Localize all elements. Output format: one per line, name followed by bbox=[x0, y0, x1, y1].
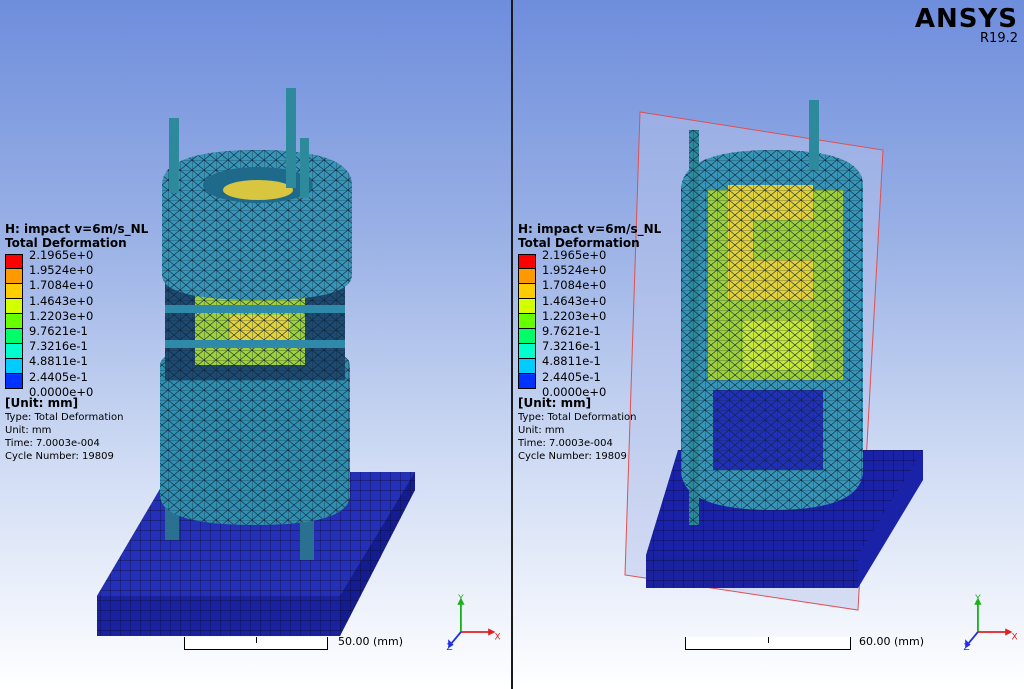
swatch-7 bbox=[518, 344, 536, 359]
axis-y-label: Y bbox=[974, 594, 981, 604]
scale-ruler-half bbox=[686, 637, 769, 643]
axis-x-label: X bbox=[1012, 632, 1017, 642]
scale-label: 9.7621e-1 bbox=[29, 324, 88, 339]
swatch-7 bbox=[5, 344, 23, 359]
scale-ruler-half bbox=[185, 637, 257, 643]
scale-label: 1.9524e+0 bbox=[29, 263, 94, 278]
scale-value: 50.00 (mm) bbox=[338, 635, 404, 648]
scale-value: 60.00 (mm) bbox=[859, 635, 925, 648]
scale-label: 1.2203e+0 bbox=[542, 308, 607, 323]
legend-right: H: impact v=6m/s_NL Total Deformation 2.… bbox=[518, 222, 661, 462]
scale-label: 4.8811e-1 bbox=[542, 354, 601, 369]
swatch-6 bbox=[518, 329, 536, 344]
scale-label: 2.4405e-1 bbox=[29, 369, 88, 384]
swatch-3 bbox=[5, 284, 23, 299]
scale-ruler bbox=[184, 637, 328, 650]
color-scale: 2.1965e+0 1.9524e+0 1.7084e+0 1.4643e+0 … bbox=[518, 248, 661, 399]
axis-x-label: X bbox=[495, 632, 500, 642]
axis-triad-left[interactable]: Y X Z bbox=[440, 592, 500, 652]
scale-label: 2.1965e+0 bbox=[542, 248, 607, 262]
legend-cycle: Cycle Number: 19809 bbox=[5, 451, 114, 462]
legend-time: Time: 7.0003e-004 bbox=[5, 438, 100, 449]
brand-version: R19.2 bbox=[980, 31, 1018, 46]
scale-bar-left: 50.00 (mm) bbox=[184, 635, 404, 651]
swatch-4 bbox=[5, 299, 23, 314]
swatch-6 bbox=[5, 329, 23, 344]
scale-label: 1.4643e+0 bbox=[542, 293, 607, 308]
scale-label: 2.1965e+0 bbox=[29, 248, 94, 262]
scale-bar-right: 60.00 (mm) bbox=[685, 635, 935, 651]
scale-label: 0.0000e+0 bbox=[542, 384, 607, 399]
scale-label: 7.3216e-1 bbox=[542, 339, 601, 354]
swatch-2 bbox=[518, 269, 536, 284]
legend-type: Type: Total Deformation bbox=[5, 412, 124, 423]
color-scale: 2.1965e+0 1.9524e+0 1.7084e+0 1.4643e+0 … bbox=[5, 248, 148, 399]
swatch-4 bbox=[518, 299, 536, 314]
swatch-5 bbox=[518, 314, 536, 329]
swatch-9 bbox=[518, 374, 536, 389]
axis-y-label: Y bbox=[457, 594, 464, 604]
color-bar bbox=[518, 254, 536, 389]
swatch-2 bbox=[5, 269, 23, 284]
viewport-right[interactable]: H: impact v=6m/s_NL Total Deformation 2.… bbox=[513, 0, 1024, 689]
scale-label: 7.3216e-1 bbox=[29, 339, 88, 354]
legend-left: H: impact v=6m/s_NL Total Deformation 2.… bbox=[5, 222, 148, 462]
legend-cycle: Cycle Number: 19809 bbox=[518, 451, 627, 462]
legend-unit-line: Unit: mm bbox=[518, 425, 565, 436]
scale-label: 2.4405e-1 bbox=[542, 369, 601, 384]
swatch-8 bbox=[5, 359, 23, 374]
axis-triad-right[interactable]: Y X Z bbox=[957, 592, 1017, 652]
scale-label: 1.9524e+0 bbox=[542, 263, 607, 278]
swatch-9 bbox=[5, 374, 23, 389]
scale-label: 9.7621e-1 bbox=[542, 324, 601, 339]
scale-label: 1.7084e+0 bbox=[29, 278, 94, 293]
scale-label: 1.2203e+0 bbox=[29, 308, 94, 323]
viewport-left[interactable]: H: impact v=6m/s_NL Total Deformation 2.… bbox=[0, 0, 511, 689]
swatch-1 bbox=[518, 254, 536, 269]
scale-label: 4.8811e-1 bbox=[29, 354, 88, 369]
brand-name: ANSYS bbox=[914, 4, 1018, 34]
swatch-5 bbox=[5, 314, 23, 329]
scale-ruler bbox=[685, 637, 851, 650]
color-bar bbox=[5, 254, 23, 389]
axis-z-label: Z bbox=[446, 643, 452, 652]
scale-label: 1.7084e+0 bbox=[542, 278, 607, 293]
legend-title: H: impact v=6m/s_NL bbox=[5, 222, 149, 236]
swatch-3 bbox=[518, 284, 536, 299]
legend-type: Type: Total Deformation bbox=[518, 412, 637, 423]
swatch-1 bbox=[5, 254, 23, 269]
swatch-8 bbox=[518, 359, 536, 374]
legend-title: H: impact v=6m/s_NL bbox=[518, 222, 662, 236]
axis-z-label: Z bbox=[963, 643, 969, 652]
legend-unit-line: Unit: mm bbox=[5, 425, 52, 436]
ansys-brand: ANSYS R19.2 bbox=[915, 6, 1018, 46]
legend-time: Time: 7.0003e-004 bbox=[518, 438, 613, 449]
scale-labels: 2.1965e+0 1.9524e+0 1.7084e+0 1.4643e+0 … bbox=[542, 248, 606, 400]
scale-label: 0.0000e+0 bbox=[29, 384, 94, 399]
scale-labels: 2.1965e+0 1.9524e+0 1.7084e+0 1.4643e+0 … bbox=[29, 248, 93, 400]
scale-label: 1.4643e+0 bbox=[29, 293, 94, 308]
